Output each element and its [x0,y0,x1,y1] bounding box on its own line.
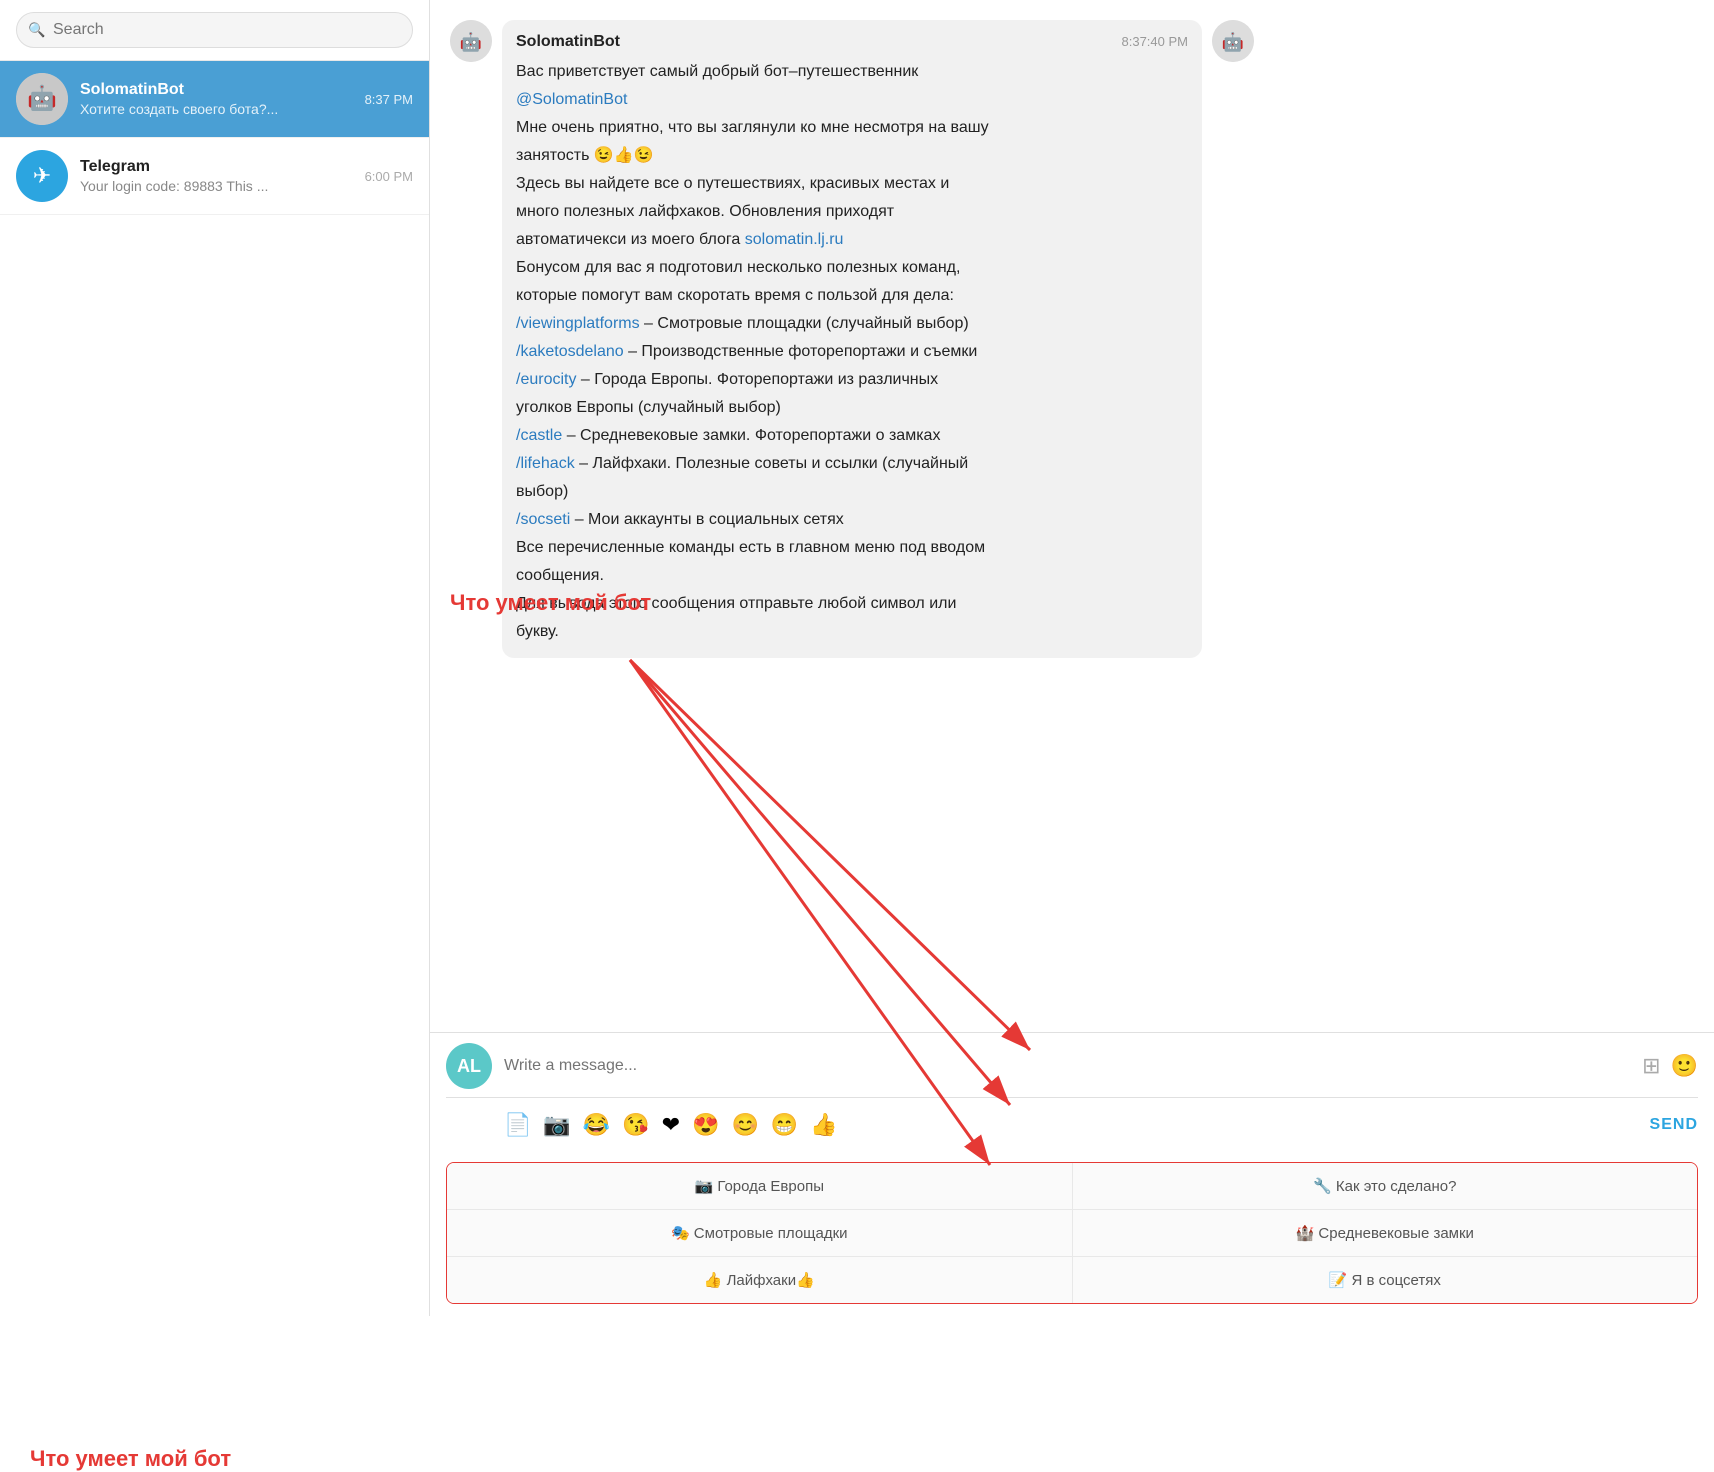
search-input[interactable] [16,12,413,48]
messages-area: 🤖 SolomatinBot 8:37:40 PM Вас приветству… [430,0,1714,1032]
msg-footer1: Все перечисленные команды есть в главном… [516,536,1188,560]
main-chat: 🤖 SolomatinBot 8:37:40 PM Вас приветству… [430,0,1714,1316]
chat-list: 🤖 SolomatinBot Хотите создать своего бот… [0,61,429,1316]
msg-line2: Здесь вы найдете все о путешествиях, кра… [516,172,1188,196]
search-icon: 🔍 [28,22,45,39]
msg-line4: автоматичекси из моего блога solomatin.l… [516,228,1188,252]
msg-line1: Мне очень приятно, что вы заглянули ко м… [516,116,1188,140]
msg-footer2: сообщения. [516,564,1188,588]
emoji-heart[interactable]: ❤ [662,1112,680,1138]
chat-preview-telegram: Your login code: 89883 This ... [80,178,357,194]
kb-btn-viewingplatforms[interactable]: 🎭 Смотровые площадки [447,1210,1073,1256]
chat-info-solomatinbot: SolomatinBot Хотите создать своего бота?… [80,81,357,117]
emoji-send-row: 📄 📷 😂 😘 ❤ 😍 😊 😁 👍 SEND [446,1106,1698,1144]
emoji-grin[interactable]: 😁 [771,1112,798,1138]
chat-item-solomatinbot[interactable]: 🤖 SolomatinBot Хотите создать своего бот… [0,61,429,138]
camera-icon[interactable]: 📷 [543,1112,570,1138]
cmd4-link[interactable]: /castle [516,427,562,444]
chat-name-telegram: Telegram [80,158,357,176]
message-bubble: SolomatinBot 8:37:40 PM Вас приветствует… [502,20,1202,658]
avatar-telegram: ✈ [16,150,68,202]
search-wrapper: 🔍 [16,12,413,48]
send-button[interactable]: SEND [1650,1116,1698,1134]
msg-line3: много полезных лайфхаков. Обновления при… [516,200,1188,224]
cmd2-link[interactable]: /kaketosdelano [516,343,624,360]
bot-avatar-right: 🤖 [1212,20,1254,62]
message-header: SolomatinBot 8:37:40 PM [516,30,1188,54]
msg-line5: Бонусом для вас я подготовил несколько п… [516,256,1188,280]
user-avatar: AL [446,1043,492,1089]
svg-text:🤖: 🤖 [460,31,482,52]
input-area: AL ⊞ 🙂 📄 📷 😂 😘 ❤ 😍 😊 😁 👍 SEND [430,1032,1714,1154]
msg-cmd3-cont: уголков Европы (случайный выбор) [516,396,1188,420]
emoji-laugh[interactable]: 😂 [583,1112,610,1138]
msg-line-mention: @SolomatinBot [516,88,1188,112]
chat-info-telegram: Telegram Your login code: 89883 This ... [80,158,357,194]
input-row: AL ⊞ 🙂 [446,1043,1698,1089]
input-divider [446,1097,1698,1098]
cmd3-link[interactable]: /eurocity [516,371,576,388]
msg-cmd5: /lifehack – Лайфхаки. Полезные советы и … [516,452,1188,476]
message-row-bot: 🤖 SolomatinBot 8:37:40 PM Вас приветству… [450,20,1694,658]
keyboard-row-3: 👍 Лайфхаки👍 📝 Я в соцсетях [447,1257,1697,1303]
msg-line-greeting: Вас приветствует самый добрый бот–путеше… [516,60,1188,84]
msg-cmd3: /eurocity – Города Европы. Фоторепортажи… [516,368,1188,392]
kb-btn-kaketosdelano[interactable]: 🔧 Как это сделано? [1073,1163,1698,1209]
keyboard-panel: 📷 Города Европы 🔧 Как это сделано? 🎭 Смо… [446,1162,1698,1304]
chat-item-telegram[interactable]: ✈ Telegram Your login code: 89883 This .… [0,138,429,215]
keyboard-row-2: 🎭 Смотровые площадки 🏰 Средневековые зам… [447,1210,1697,1257]
cmd6-link[interactable]: /socseti [516,511,570,528]
attach-icon[interactable]: 📄 [504,1112,531,1138]
avatar-solomatinbot: 🤖 [16,73,68,125]
search-bar: 🔍 [0,0,429,61]
emoji-icon[interactable]: 🙂 [1671,1053,1698,1079]
grid-icon[interactable]: ⊞ [1642,1053,1660,1079]
svg-text:🤖: 🤖 [27,84,57,112]
emoji-smile[interactable]: 😊 [731,1112,758,1138]
msg-cmd2: /kaketosdelano – Производственные фоторе… [516,340,1188,364]
bot-avatar-left: 🤖 [450,20,492,62]
msg-line6: которые помогут вам скоротать время с по… [516,284,1188,308]
kb-btn-castle[interactable]: 🏰 Средневековые замки [1073,1210,1698,1256]
mention-link[interactable]: @SolomatinBot [516,91,627,108]
msg-footer3: Для вывода этого сообщения отправьте люб… [516,592,1188,616]
emoji-kiss[interactable]: 😘 [622,1112,649,1138]
kb-btn-lifehack[interactable]: 👍 Лайфхаки👍 [447,1257,1073,1303]
msg-cmd6: /socseti – Мои аккаунты в социальных сет… [516,508,1188,532]
sidebar: 🔍 🤖 SolomatinBot Хотите создать своего б… [0,0,430,1316]
chat-name-solomatinbot: SolomatinBot [80,81,357,99]
kb-btn-socseti[interactable]: 📝 Я в соцсетях [1073,1257,1698,1303]
emoji-heart-eyes[interactable]: 😍 [692,1112,719,1138]
svg-text:🤖: 🤖 [1222,31,1244,52]
kb-btn-eurocity[interactable]: 📷 Города Европы [447,1163,1073,1209]
blog-link[interactable]: solomatin.lj.ru [745,231,844,248]
annotation-text: Что умеет мой бот [30,1446,231,1471]
message-input[interactable] [504,1049,1642,1083]
input-icons: ⊞ 🙂 [1642,1053,1698,1079]
message-time: 8:37:40 PM [1122,32,1189,52]
emoji-thumbsup[interactable]: 👍 [810,1112,837,1138]
msg-cmd1: /viewingplatforms – Смотровые площадки (… [516,312,1188,336]
msg-cmd5-cont: выбор) [516,480,1188,504]
cmd1-link[interactable]: /viewingplatforms [516,315,640,332]
chat-preview-solomatinbot: Хотите создать своего бота?... [80,101,357,117]
chat-time-solomatinbot: 8:37 PM [365,92,413,107]
msg-emojis: занятость 😉👍😉 [516,144,1188,168]
msg-cmd4: /castle – Средневековые замки. Фоторепор… [516,424,1188,448]
chat-time-telegram: 6:00 PM [365,169,413,184]
msg-footer4: букву. [516,620,1188,644]
cmd5-link[interactable]: /lifehack [516,455,575,472]
sender-name: SolomatinBot [516,30,620,54]
keyboard-row-1: 📷 Города Европы 🔧 Как это сделано? [447,1163,1697,1210]
